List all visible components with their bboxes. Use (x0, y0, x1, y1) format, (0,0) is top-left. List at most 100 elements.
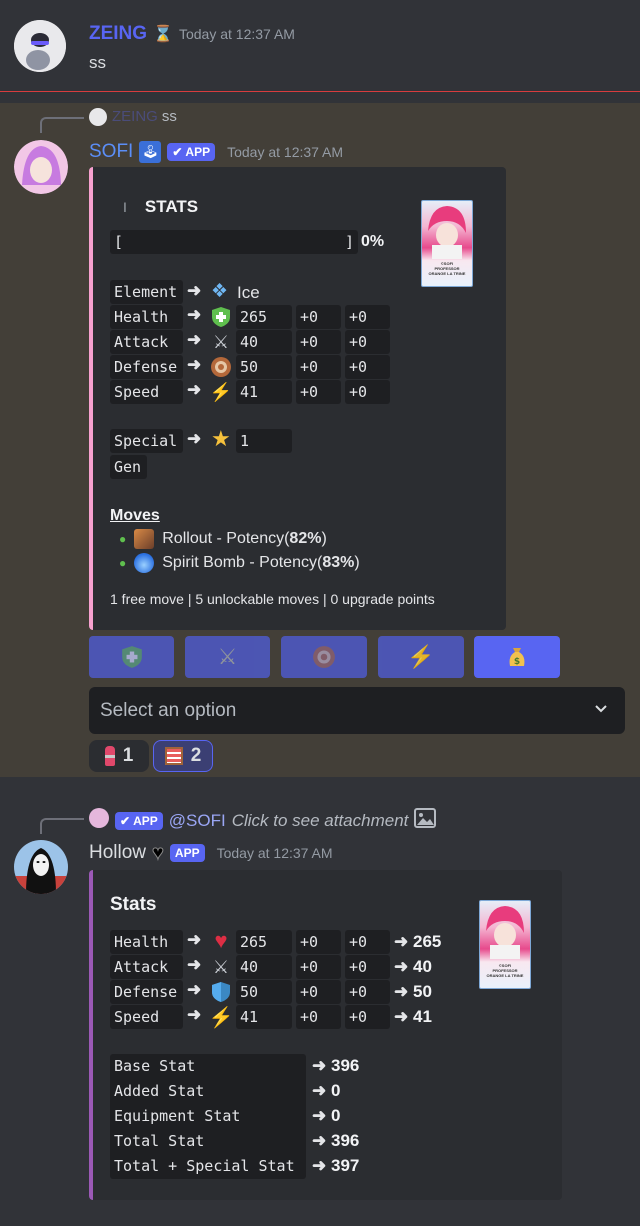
reply-author-redacted[interactable]: ZEING (112, 108, 158, 125)
embed-title: STATS (144, 197, 199, 216)
app-badge: ✔ APP (115, 811, 163, 830)
stat-value: 40 (236, 955, 292, 979)
stat-label: Health (110, 930, 183, 954)
select-dropdown[interactable]: Select an option (89, 687, 625, 734)
reaction-count: 2 (190, 745, 202, 766)
check-icon: ✔ (120, 813, 131, 828)
health-button[interactable] (89, 636, 174, 678)
stat-plus1: +0 (296, 980, 341, 1004)
bullet: ● (119, 532, 127, 546)
summary-label: Total + Special Stat (114, 1157, 295, 1175)
stat-plus2: +0 (345, 380, 390, 404)
stat-total: ➜ 265 (394, 932, 442, 951)
stats-embed: Stats ©SOFI PROFESSOR ORANGE LA TRINE He… (89, 870, 562, 1200)
timestamp: Today at 12:37 AM (216, 845, 333, 861)
card-thumbnail[interactable]: ©SOFI PROFESSOR ORANGE LA TRINE (479, 900, 531, 989)
timestamp: Today at 12:37 AM (178, 26, 295, 42)
card-thumbnail[interactable]: ©SOFI PROFESSOR ORANGE LA TRINE (421, 200, 473, 287)
health-shield-icon (121, 646, 142, 668)
new-messages-divider (0, 91, 640, 92)
stat-label: Attack (110, 330, 183, 354)
stat-total: ➜ 41 (394, 1007, 432, 1026)
reply-mention[interactable]: @SOFI (169, 811, 226, 831)
reply-avatar[interactable] (89, 808, 109, 828)
lightning-icon: ⚡ (407, 644, 435, 669)
arrow-icon: ➜ (187, 429, 202, 448)
reply-connector (40, 117, 84, 133)
stat-value: 41 (236, 1005, 292, 1029)
arrow-icon: ➜ (187, 330, 202, 349)
stat-total: ➜ 50 (394, 982, 432, 1001)
stats-table: Health ➜ ♥ 265 +0 +0 ➜ 265 Attack ➜ ⚔ 40… (110, 928, 470, 1030)
stat-plus2: +0 (345, 955, 390, 979)
author-name[interactable]: SOFI (89, 141, 133, 163)
stat-plus1: +0 (296, 1005, 341, 1029)
timestamp: Today at 12:37 AM (227, 144, 344, 160)
lipstick-icon (104, 746, 115, 766)
snowflake-icon: ❖ (211, 281, 229, 302)
stat-plus1: +0 (296, 330, 341, 354)
bullet: ● (119, 556, 127, 570)
title-prefix: I (123, 199, 127, 215)
message-text: ss (89, 53, 106, 72)
author-name[interactable]: ZEING (89, 23, 147, 45)
heart-icon: ♥ (214, 928, 228, 953)
stat-plus2: +0 (345, 930, 390, 954)
chevron-down-icon (592, 699, 610, 722)
special-label-gen: Gen (110, 455, 147, 479)
stat-value: 265 (236, 930, 292, 954)
author-name[interactable]: Hollow (89, 842, 146, 864)
crossed-swords-icon: ⚔ (217, 644, 238, 669)
arrow-icon: ➜ (187, 380, 202, 399)
summary-label: Equipment Stat (114, 1107, 241, 1125)
stat-label: Speed (110, 1005, 183, 1029)
abacus-icon (164, 747, 183, 765)
stat-label: Attack (110, 955, 183, 979)
attack-button[interactable]: ⚔ (185, 636, 270, 678)
reply-text[interactable]: Click to see attachment (232, 811, 409, 831)
app-badge: ✔ APP (167, 143, 216, 161)
defense-button[interactable] (281, 636, 367, 678)
speed-button[interactable]: ⚡ (378, 636, 464, 678)
progress-bar: [] (110, 230, 358, 254)
reaction[interactable]: 1 (89, 740, 149, 772)
rollout-icon (134, 529, 155, 549)
stat-value: 40 (236, 330, 292, 354)
arrow-icon: ➜ (187, 281, 202, 300)
card-caption: ©SOFI PROFESSOR ORANGE LA TRINE (428, 261, 466, 276)
select-placeholder: Select an option (100, 700, 237, 721)
message-hollow: ✔ APP @SOFI Click to see attachment Hollo… (0, 777, 640, 1226)
stat-value: 50 (236, 355, 292, 379)
stat-plus1: +0 (296, 305, 341, 329)
summary-value: ➜ 396 (312, 1056, 360, 1075)
stats-table: Health ➜ 265 +0 +0 Attack ➜ ⚔ 40 +0 +0 D… (110, 305, 410, 405)
summary-label: Added Stat (114, 1082, 205, 1100)
crossed-swords-icon: ⚔ (212, 331, 230, 352)
reply-text[interactable]: ss (162, 108, 177, 125)
money-button[interactable]: $ (474, 636, 560, 678)
health-shield-icon (210, 306, 232, 328)
avatar-hollow[interactable] (14, 840, 68, 894)
embed-footer: 1 free move | 5 unlockable moves | 0 upg… (110, 591, 435, 607)
avatar-zeing[interactable] (14, 20, 66, 72)
stat-label: Defense (110, 980, 183, 1004)
reaction-selected[interactable]: 2 (153, 740, 213, 772)
stats-embed: I STATS ©SOFI PROFESSOR ORANGE LA TRINE … (89, 167, 506, 630)
reaction-count: 1 (122, 745, 134, 766)
stat-plus2: +0 (345, 330, 390, 354)
stat-label: Speed (110, 380, 183, 404)
image-icon (414, 808, 437, 833)
moves-title: Moves (110, 507, 160, 524)
element-value: Ice (237, 283, 260, 302)
arrow-icon: ➜ (187, 980, 202, 999)
stat-label: Defense (110, 355, 183, 379)
stat-value: 41 (236, 380, 292, 404)
message-sofi: ZEING ss SOFI 🕹 ✔ APP Today at 12:37 AM I… (0, 103, 640, 777)
summary-label: Total Stat (114, 1132, 205, 1150)
move-item: ● Rollout - Potency(82%) (119, 529, 327, 549)
reply-avatar[interactable] (89, 108, 107, 126)
svg-text:$: $ (514, 657, 520, 667)
element-label: Element (110, 280, 183, 304)
summary-table: Base Stat ➜ 396 Added Stat ➜ 0 Equipment… (110, 1054, 410, 1184)
avatar-sofi[interactable] (14, 140, 68, 194)
